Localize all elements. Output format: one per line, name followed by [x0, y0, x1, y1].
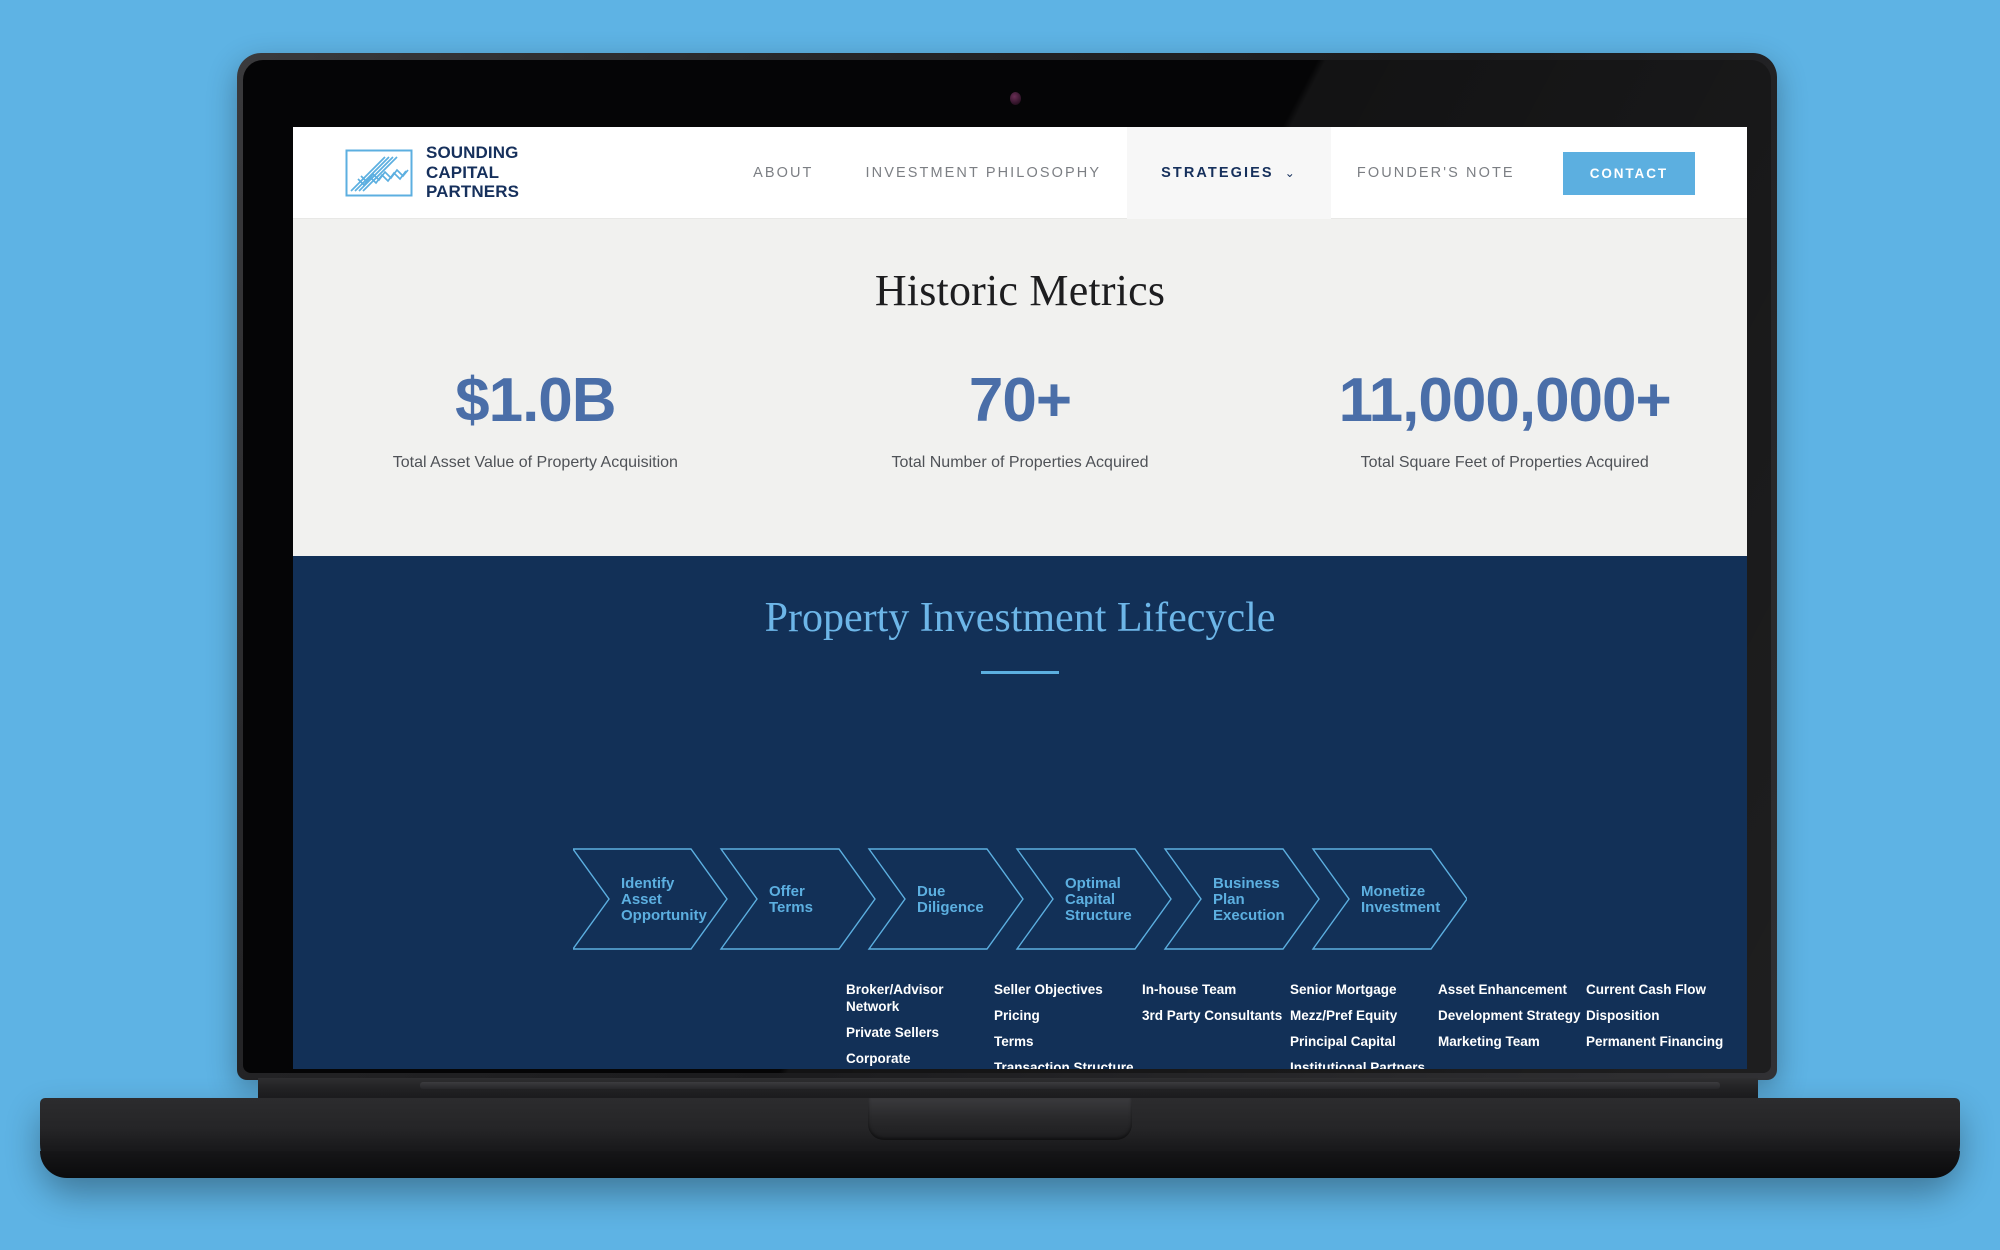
lifecycle-chevron-label: Optimal Capital Structure: [1065, 875, 1132, 924]
laptop-front-notch: [868, 1098, 1132, 1140]
laptop-screen: SOUNDING CAPITAL PARTNERS ABOUT INVESTME…: [293, 127, 1747, 1069]
historic-metrics-section: Historic Metrics $1.0B Total Asset Value…: [293, 219, 1747, 556]
metric-value: 70+: [968, 366, 1072, 435]
bullet-item: In-house Team: [1142, 982, 1237, 997]
lifecycle-chevron-label: Monetize Investment: [1361, 883, 1440, 916]
metric-label: Total Asset Value of Property Acquisitio…: [392, 454, 678, 471]
metric-value: $1.0B: [455, 366, 616, 435]
laptop-mockup: SOUNDING CAPITAL PARTNERS ABOUT INVESTME…: [0, 0, 2000, 1250]
bullet-column-business-plan-execution: Asset Enhancement Development Strategy Mar…: [1438, 981, 1586, 1069]
bullet-item: Seller Objectives: [994, 982, 1103, 997]
nav-item-founders-note-label: FOUNDER'S NOTE: [1356, 165, 1515, 181]
property-investment-lifecycle-section: Property Investment Lifecycle Identify As…: [293, 556, 1747, 1069]
bullet-column-optimal-capital-structure: Senior Mortgage Mezz/Pref Equity Principal…: [1290, 981, 1438, 1069]
lifecycle-chevron-diagram: Identify Asset Opportunity Offer Terms Due Dil…: [573, 848, 1467, 950]
nav-item-investment-philosophy[interactable]: INVESTMENT PHILOSOPHY: [840, 127, 1128, 219]
bullet-item: Pricing: [994, 1008, 1040, 1023]
bullet-column-offer-terms: Seller Objectives Pricing Terms Transaction…: [994, 981, 1142, 1069]
webcam-icon: [1010, 92, 1021, 105]
lifecycle-chevron-label: Due Diligence: [917, 883, 984, 916]
bullet-item: Corporate Dispositions: [846, 1051, 927, 1069]
bullet-item: Principal Capital: [1290, 1034, 1396, 1049]
nav-item-about[interactable]: ABOUT: [727, 127, 839, 219]
site-navigation-bar: SOUNDING CAPITAL PARTNERS ABOUT INVESTME…: [293, 127, 1747, 219]
bullet-item: Asset Enhancement: [1438, 982, 1568, 997]
metric-item-square-feet: 11,000,000+ Total Square Feet of Propert…: [1262, 370, 1747, 472]
bullet-item: Current Cash Flow: [1586, 982, 1707, 997]
nav-links: ABOUT INVESTMENT PHILOSOPHY STRATEGIES ⌄…: [293, 127, 1747, 219]
bullet-item: Development Strategy: [1438, 1008, 1581, 1023]
section-title: Property Investment Lifecycle: [764, 595, 1276, 641]
contact-button[interactable]: CONTACT: [1562, 151, 1695, 195]
metric-label: Total Number of Properties Acquired: [891, 454, 1149, 471]
metric-value: 11,000,000+: [1338, 366, 1672, 435]
metrics-row: $1.0B Total Asset Value of Property Acqu…: [293, 370, 1747, 472]
metric-item-properties-acquired: 70+ Total Number of Properties Acquired: [778, 370, 1263, 472]
bullet-item: Private Sellers: [846, 1025, 940, 1040]
page-title: Historic Metrics: [874, 266, 1166, 315]
bullet-column-identify-asset-opportunity: Broker/Advisor Network Private Sellers Cor…: [846, 981, 994, 1069]
metric-label: Total Square Feet of Properties Acquired: [1360, 454, 1649, 471]
bullet-column-monetize-investment: Current Cash Flow Disposition Permanent Fi…: [1586, 981, 1734, 1069]
lifecycle-chevron-label: Identify Asset Opportunity: [621, 875, 707, 924]
nav-item-strategies-label: STRATEGIES: [1161, 165, 1274, 181]
laptop-base-lip: [40, 1151, 1960, 1178]
lifecycle-chevron-row: Identify Asset Opportunity Offer Terms Due Dil…: [293, 845, 1747, 967]
nav-item-about-label: ABOUT: [753, 165, 814, 181]
bullet-item: Marketing Team: [1438, 1034, 1540, 1049]
nav-item-investment-philosophy-label: INVESTMENT PHILOSOPHY: [865, 165, 1102, 181]
nav-item-founders-note[interactable]: FOUNDER'S NOTE: [1331, 127, 1541, 219]
bullet-item: Senior Mortgage: [1290, 982, 1397, 997]
bullet-item: 3rd Party Consultants: [1142, 1008, 1283, 1023]
bullet-item: Transaction Structure: [994, 1060, 1134, 1069]
laptop-hinge-seam: [420, 1082, 1720, 1089]
lifecycle-chevron-label: Business Plan Execution: [1213, 875, 1285, 924]
bullet-item: Broker/Advisor Network: [846, 982, 944, 1014]
metric-item-asset-value: $1.0B Total Asset Value of Property Acqu…: [293, 370, 778, 472]
chevron-down-icon: ⌄: [1284, 166, 1297, 180]
bullet-item: Disposition: [1586, 1008, 1660, 1023]
lifecycle-bullet-row: Broker/Advisor Network Private Sellers Cor…: [293, 981, 1747, 1069]
bullet-item: Permanent Financing: [1586, 1034, 1724, 1049]
bullet-item: Terms: [994, 1034, 1034, 1049]
lifecycle-chevron-label: Offer Terms: [769, 883, 813, 916]
title-divider: [981, 671, 1059, 674]
bullet-item: Mezz/Pref Equity: [1290, 1008, 1398, 1023]
nav-item-strategies[interactable]: STRATEGIES ⌄: [1127, 127, 1331, 219]
bullet-column-due-diligence: In-house Team 3rd Party Consultants: [1142, 981, 1290, 1069]
bullet-item: Institutional Partners: [1290, 1060, 1426, 1069]
